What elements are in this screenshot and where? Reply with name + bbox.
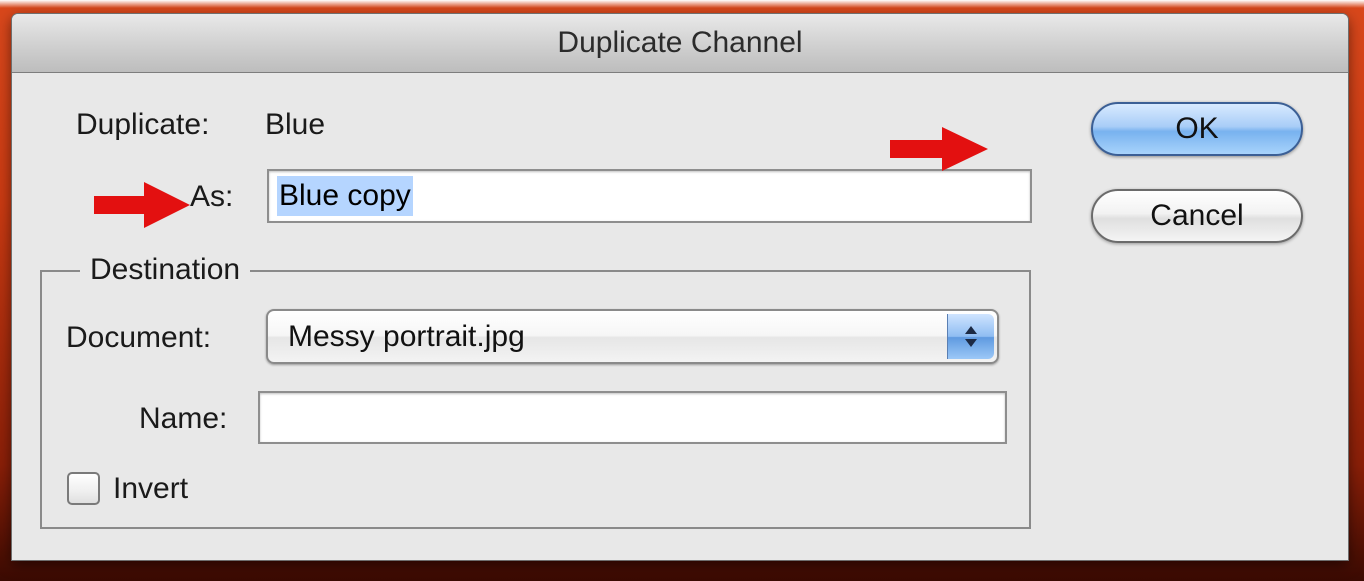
name-label: Name:: [139, 402, 228, 435]
destination-legend: Destination: [80, 253, 251, 287]
invert-label[interactable]: Invert: [113, 472, 188, 506]
as-label: As:: [190, 180, 234, 213]
document-popup-value: Messy portrait.jpg: [288, 320, 525, 353]
cancel-button[interactable]: Cancel: [1091, 189, 1303, 243]
red-arrow-icon: [890, 127, 988, 171]
document-popup[interactable]: Messy portrait.jpg: [266, 309, 999, 364]
duplicate-channel-dialog: Duplicate Channel Duplicate: Blue As: Bl…: [12, 14, 1348, 560]
name-input[interactable]: [258, 391, 1007, 444]
dialog-title: Duplicate Channel: [557, 26, 803, 59]
as-input[interactable]: Blue copy: [267, 169, 1032, 223]
title-bar[interactable]: Duplicate Channel: [12, 14, 1348, 73]
document-label: Document:: [66, 321, 212, 354]
up-down-chevrons-icon: [947, 314, 994, 359]
as-input-value: Blue copy: [277, 176, 413, 216]
invert-checkbox[interactable]: [67, 472, 100, 505]
duplicate-label: Duplicate:: [76, 108, 210, 141]
ok-button[interactable]: OK: [1091, 102, 1303, 156]
desktop-background: [0, 0, 1364, 8]
red-arrow-icon: [94, 182, 190, 228]
duplicate-source-value: Blue: [265, 108, 326, 141]
